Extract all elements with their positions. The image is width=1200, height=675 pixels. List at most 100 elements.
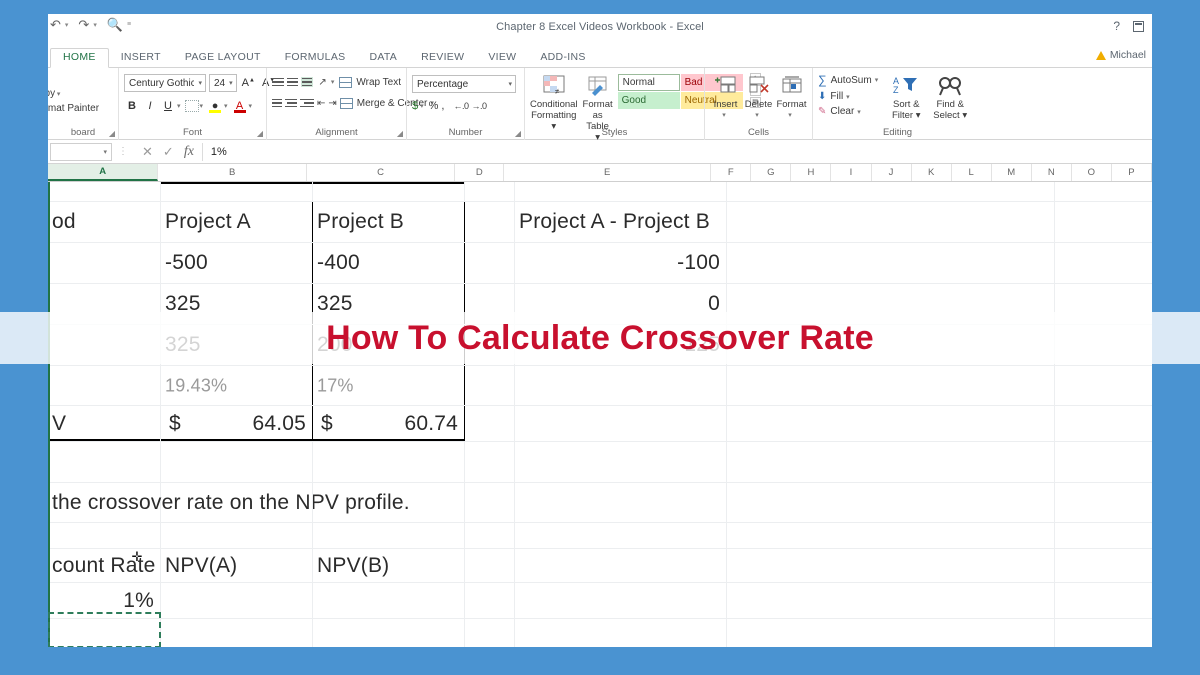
conditional-formatting-button[interactable]: ≠ Conditional Formatting ▾ <box>530 73 578 132</box>
accounting-dropdown-icon[interactable]: ▾ <box>420 102 424 110</box>
cell-A9[interactable]: the crossover rate on the NPV profile. <box>48 483 410 522</box>
cell-E1[interactable] <box>515 182 727 201</box>
increase-decimal-icon[interactable]: ←.0 <box>453 101 469 111</box>
cell-rest-12[interactable] <box>727 583 1055 618</box>
accounting-format-icon[interactable]: $ <box>412 100 418 112</box>
column-header-M[interactable]: M <box>991 164 1032 181</box>
cell-B6[interactable]: 19.43% <box>161 366 313 405</box>
tab-insert[interactable]: INSERT <box>109 48 173 67</box>
cell-D2[interactable] <box>465 202 515 242</box>
cell-rest-13[interactable] <box>727 619 1055 647</box>
insert-cells-button[interactable]: Insert ▾ <box>710 73 741 121</box>
font-name-dropdown-icon[interactable]: ▾ <box>198 79 202 87</box>
align-bottom-icon[interactable] <box>301 76 314 88</box>
clear-button[interactable]: ✎ Clear ▾ <box>818 106 880 117</box>
number-format-combo[interactable]: Percentage ▾ <box>412 75 516 93</box>
copy-dropdown-icon[interactable]: ▾ <box>57 91 61 98</box>
cell-C8[interactable] <box>313 442 465 482</box>
cell-E2[interactable]: Project A - Project B <box>515 202 727 242</box>
user-account[interactable]: Michael <box>1095 49 1146 61</box>
cell-rest-2[interactable] <box>727 202 1055 242</box>
cell-A13[interactable] <box>48 619 161 647</box>
name-box-dropdown-icon[interactable]: ▾ <box>103 148 107 156</box>
underline-dropdown-icon[interactable]: ▾ <box>177 102 181 110</box>
column-header-I[interactable]: I <box>831 164 872 181</box>
cell-D12[interactable] <box>465 583 515 618</box>
cell-B13[interactable] <box>161 619 313 647</box>
sort-filter-button[interactable]: A Z Sort & Filter ▾ <box>886 73 926 121</box>
format-cells-button[interactable]: Format ▾ <box>776 73 807 121</box>
insert-function-icon[interactable]: fx <box>184 144 194 160</box>
cell-rest-1[interactable] <box>727 182 1055 201</box>
cell-A1[interactable] <box>48 182 161 201</box>
cell-D10[interactable] <box>465 523 515 548</box>
cell-E11[interactable] <box>515 549 727 582</box>
cell-D6[interactable] <box>465 366 515 405</box>
ribbon-options-icon[interactable] <box>1133 20 1144 32</box>
cell-C2[interactable]: Project B <box>313 202 465 242</box>
column-header-K[interactable]: K <box>911 164 952 181</box>
font-color-icon[interactable]: A <box>232 98 248 114</box>
cell-D3[interactable] <box>465 243 515 283</box>
cell-rest-7[interactable] <box>727 406 1055 441</box>
find-select-button[interactable]: Find & Select ▾ <box>930 73 970 121</box>
cell-D13[interactable] <box>465 619 515 647</box>
cell-A10[interactable] <box>48 523 161 548</box>
cell-A6[interactable] <box>48 366 161 405</box>
autosum-dropdown-icon[interactable]: ▾ <box>875 76 879 84</box>
align-left-icon[interactable] <box>272 98 282 108</box>
increase-indent-icon[interactable]: ⇥ <box>328 96 336 110</box>
cell-D11[interactable] <box>465 549 515 582</box>
column-header-C[interactable]: C <box>306 164 456 181</box>
font-name-combo[interactable]: Century Gothic ▾ <box>124 74 206 92</box>
fill-dropdown-icon[interactable]: ▾ <box>846 93 850 101</box>
tab-review[interactable]: REVIEW <box>409 48 476 67</box>
font-size-combo[interactable]: 24 ▾ <box>209 74 237 92</box>
number-format-dropdown-icon[interactable]: ▾ <box>508 80 512 88</box>
tab-data[interactable]: DATA <box>357 48 409 67</box>
cell-C12[interactable] <box>313 583 465 618</box>
column-header-E[interactable]: E <box>504 164 712 181</box>
cell-A3[interactable] <box>48 243 161 283</box>
cell-C3[interactable]: -400 <box>313 243 465 283</box>
cell-A7[interactable]: V <box>48 406 161 441</box>
alignment-dialog-launcher[interactable]: ◢ <box>397 129 403 138</box>
cell-E9[interactable] <box>515 483 727 522</box>
format-painter-button[interactable]: ormat Painter <box>48 101 113 116</box>
cell-E3[interactable]: -100 <box>515 243 727 283</box>
cell-B8[interactable] <box>161 442 313 482</box>
percent-style-icon[interactable]: % <box>429 100 439 112</box>
cell-C6[interactable]: 17% <box>313 366 465 405</box>
borders-dropdown-icon[interactable]: ▾ <box>200 102 204 110</box>
cell-A11[interactable]: count Rate <box>48 549 161 582</box>
align-middle-icon[interactable] <box>286 77 299 87</box>
cell-B11[interactable]: NPV(A) <box>161 549 313 582</box>
cell-D7[interactable] <box>465 406 515 441</box>
column-header-A[interactable]: A <box>48 164 159 181</box>
column-header-O[interactable]: O <box>1071 164 1112 181</box>
cell-E12[interactable] <box>515 583 727 618</box>
cell-A2[interactable]: od <box>48 202 161 242</box>
wrap-text-button[interactable]: Wrap Text <box>339 76 401 88</box>
cut-button[interactable]: ut <box>48 71 113 86</box>
cell-rest-10[interactable] <box>727 523 1055 548</box>
fill-color-icon[interactable]: ● <box>207 98 223 114</box>
column-header-D[interactable]: D <box>455 164 505 181</box>
cancel-entry-icon[interactable]: ✕ <box>142 144 153 160</box>
cell-rest-9[interactable] <box>727 483 1055 522</box>
cell-D8[interactable] <box>465 442 515 482</box>
cell-B10[interactable] <box>161 523 313 548</box>
delete-dropdown-icon[interactable]: ▾ <box>742 110 772 121</box>
decrease-decimal-icon[interactable]: →.0 <box>472 101 488 111</box>
underline-button[interactable]: U <box>160 98 176 114</box>
font-color-dropdown-icon[interactable]: ▾ <box>249 102 253 110</box>
orientation-icon[interactable]: ↗ <box>316 75 329 89</box>
cell-style-normal[interactable]: Normal <box>617 74 680 91</box>
column-header-F[interactable]: F <box>711 164 752 181</box>
cell-rest-8[interactable] <box>727 442 1055 482</box>
cell-C7[interactable]: $ 60.74 <box>313 406 465 441</box>
align-right-icon[interactable] <box>300 98 314 108</box>
align-center-icon[interactable] <box>285 98 297 108</box>
cell-D1[interactable] <box>465 182 515 201</box>
cell-B2[interactable]: Project A <box>161 202 313 242</box>
